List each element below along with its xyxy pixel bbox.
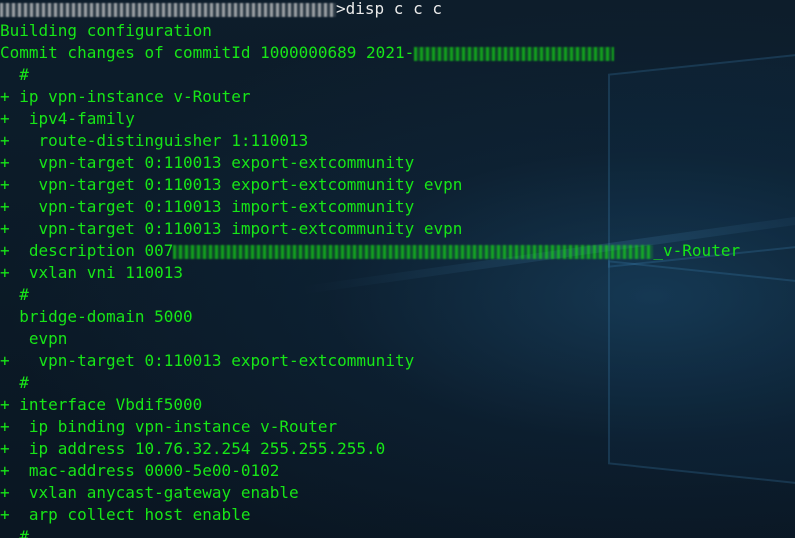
output-line: Commit changes of commitId 1000000689 20… xyxy=(0,42,740,64)
line-text: + ip binding vpn-instance v-Router xyxy=(0,417,338,436)
line-text: + route-distinguisher 1:110013 xyxy=(0,131,309,150)
line-text: # xyxy=(0,65,29,84)
line-text: + arp collect host enable xyxy=(0,505,251,524)
line-text: + description 007 xyxy=(0,241,174,260)
line-text: + vpn-target 0:110013 export-extcommunit… xyxy=(0,351,415,370)
output-line: + interface Vbdif5000 xyxy=(0,394,740,416)
terminal-output: >disp c c c Building configuration Commi… xyxy=(0,0,740,538)
line-text: + ipv4-family xyxy=(0,109,135,128)
terminal-window[interactable]: >disp c c c Building configuration Commi… xyxy=(0,0,795,538)
prompt-line: >disp c c c xyxy=(0,0,740,20)
output-line: + vxlan anycast-gateway enable xyxy=(0,482,740,504)
output-line: bridge-domain 5000 xyxy=(0,306,740,328)
output-line: + arp collect host enable xyxy=(0,504,740,526)
output-line: + description 007 _v-Router xyxy=(0,240,740,262)
output-line: evpn xyxy=(0,328,740,350)
line-text: bridge-domain 5000 xyxy=(0,307,193,326)
line-text: + vpn-target 0:110013 import-extcommunit… xyxy=(0,219,463,238)
output-line: + vxlan vni 110013 xyxy=(0,262,740,284)
output-line: # xyxy=(0,526,740,538)
output-line: + ip address 10.76.32.254 255.255.255.0 xyxy=(0,438,740,460)
output-line: + vpn-target 0:110013 export-extcommunit… xyxy=(0,174,740,196)
line-text: + mac-address 0000-5e00-0102 xyxy=(0,461,280,480)
output-line: # xyxy=(0,372,740,394)
command-text: disp c c c xyxy=(345,0,442,18)
output-line: + vpn-target 0:110013 export-extcommunit… xyxy=(0,152,740,174)
output-line: # xyxy=(0,284,740,306)
line-text: Building configuration xyxy=(0,21,212,40)
redacted-description xyxy=(173,244,654,259)
prompt-symbol: > xyxy=(336,0,346,18)
line-text: + vpn-target 0:110013 export-extcommunit… xyxy=(0,153,415,172)
line-text: evpn xyxy=(0,329,68,348)
line-text: + ip address 10.76.32.254 255.255.255.0 xyxy=(0,439,386,458)
line-text: + vpn-target 0:110013 import-extcommunit… xyxy=(0,197,415,216)
line-text: # xyxy=(0,373,29,392)
output-line: + vpn-target 0:110013 export-extcommunit… xyxy=(0,350,740,372)
output-line: + mac-address 0000-5e00-0102 xyxy=(0,460,740,482)
line-text: # xyxy=(0,527,29,538)
output-line: Building configuration xyxy=(0,20,740,42)
line-text: Commit changes of commitId 1000000689 20… xyxy=(0,43,415,62)
output-line: # xyxy=(0,64,740,86)
redacted-hostname xyxy=(0,2,336,17)
line-suffix: _v-Router xyxy=(653,241,741,260)
line-text: + interface Vbdif5000 xyxy=(0,395,203,414)
output-line: + ip vpn-instance v-Router xyxy=(0,86,740,108)
redacted-timestamp xyxy=(414,46,615,61)
line-text: + vxlan vni 110013 xyxy=(0,263,184,282)
output-line: + route-distinguisher 1:110013 xyxy=(0,130,740,152)
line-text: + vxlan anycast-gateway enable xyxy=(0,483,299,502)
line-text: + vpn-target 0:110013 export-extcommunit… xyxy=(0,175,463,194)
output-line: + ip binding vpn-instance v-Router xyxy=(0,416,740,438)
line-text: + ip vpn-instance v-Router xyxy=(0,87,251,106)
output-line: + ipv4-family xyxy=(0,108,740,130)
line-text: # xyxy=(0,285,29,304)
output-line: + vpn-target 0:110013 import-extcommunit… xyxy=(0,196,740,218)
output-line: + vpn-target 0:110013 import-extcommunit… xyxy=(0,218,740,240)
